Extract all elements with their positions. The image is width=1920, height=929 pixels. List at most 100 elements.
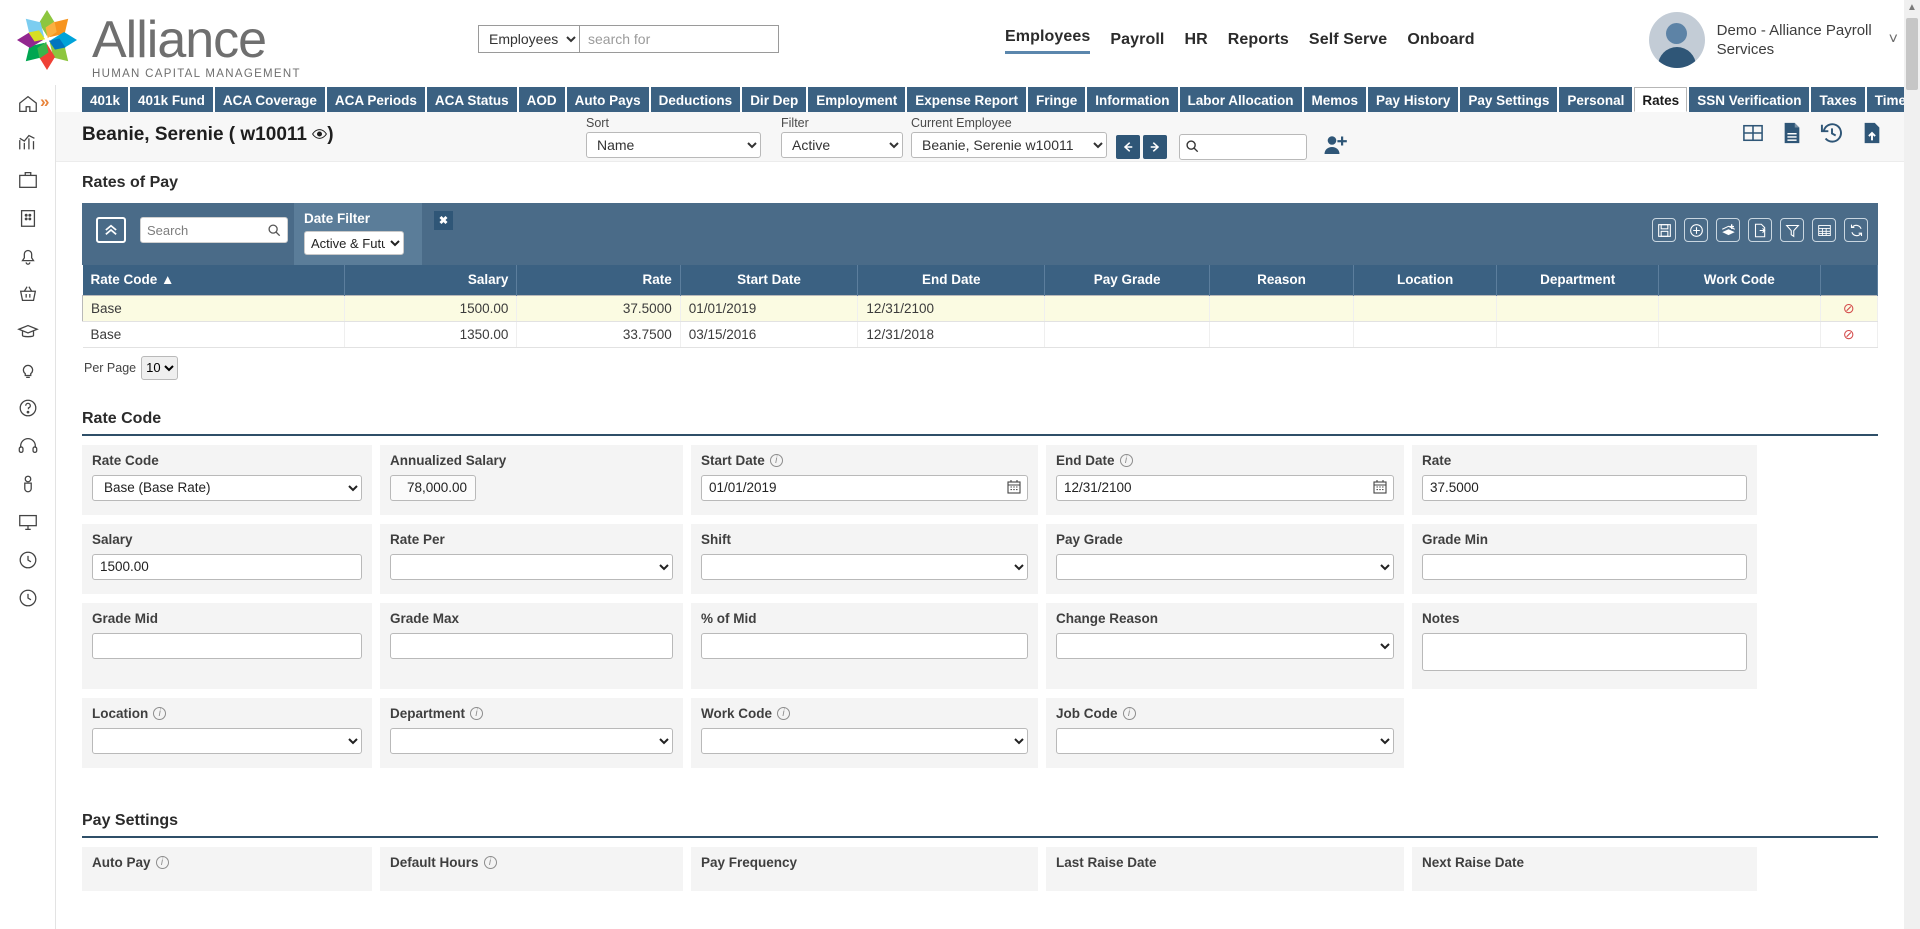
rail-item-learning[interactable] bbox=[0, 313, 56, 351]
rail-item-time[interactable] bbox=[0, 541, 56, 579]
global-search-scope-select[interactable]: Employees bbox=[478, 25, 579, 53]
rail-item-analytics[interactable] bbox=[0, 123, 56, 161]
filter-icon[interactable] bbox=[1780, 218, 1804, 242]
filter-select[interactable]: Active bbox=[781, 132, 903, 158]
add-icon[interactable] bbox=[1684, 218, 1708, 242]
info-icon[interactable]: i bbox=[153, 706, 167, 720]
tab-expense-report[interactable]: Expense Report bbox=[907, 87, 1026, 112]
tab-aod[interactable]: AOD bbox=[518, 87, 565, 112]
user-menu[interactable]: Demo - Alliance Payroll Services ˅ bbox=[1648, 12, 1898, 68]
tab-aca-periods[interactable]: ACA Periods bbox=[326, 87, 425, 112]
rate-per-select[interactable] bbox=[390, 553, 673, 580]
tab-401k[interactable]: 401k bbox=[82, 87, 129, 112]
nav-item-employees[interactable]: Employees bbox=[1005, 28, 1091, 54]
tab-ssn-verification[interactable]: SSN Verification bbox=[1689, 87, 1810, 112]
sort-select[interactable]: Name bbox=[586, 132, 761, 158]
column-header-rate[interactable]: Rate bbox=[516, 265, 681, 295]
pay-grade-select[interactable] bbox=[1056, 553, 1394, 580]
column-header-work-code[interactable]: Work Code bbox=[1658, 265, 1821, 295]
calendar-icon[interactable] bbox=[1373, 479, 1387, 498]
current-employee-select[interactable]: Beanie, Serenie w10011 bbox=[911, 132, 1107, 158]
next-employee-button[interactable] bbox=[1143, 135, 1167, 159]
info-icon[interactable]: i bbox=[1119, 453, 1133, 467]
eye-icon[interactable] bbox=[312, 124, 328, 146]
date-filter-select[interactable]: Active & Future bbox=[304, 231, 404, 255]
tab-pay-settings[interactable]: Pay Settings bbox=[1460, 87, 1558, 112]
rail-item-ideas[interactable] bbox=[0, 351, 56, 389]
tab-pay-history[interactable]: Pay History bbox=[1368, 87, 1459, 112]
per-page-select[interactable]: 10 bbox=[141, 355, 179, 380]
column-header-location[interactable]: Location bbox=[1353, 265, 1498, 295]
chevron-down-icon[interactable]: ˅ bbox=[1889, 31, 1898, 49]
grid-view-icon[interactable] bbox=[1812, 218, 1836, 242]
document-icon[interactable] bbox=[1782, 122, 1802, 148]
scrollbar-thumb[interactable] bbox=[1906, 18, 1918, 90]
tab-information[interactable]: Information bbox=[1087, 87, 1178, 112]
brand-logo[interactable]: Alliance HUMAN CAPITAL MANAGEMENT bbox=[8, 4, 301, 80]
table-row[interactable]: Base 1350.00 33.7500 03/15/2016 12/31/20… bbox=[82, 321, 1878, 348]
column-header-reason[interactable]: Reason bbox=[1209, 265, 1354, 295]
add-employee-button[interactable] bbox=[1323, 134, 1349, 160]
rail-item-profile[interactable] bbox=[0, 465, 56, 503]
rail-item-help[interactable] bbox=[0, 389, 56, 427]
grid-icon[interactable] bbox=[1742, 123, 1764, 147]
rate-code-select[interactable]: Base (Base Rate) bbox=[92, 474, 362, 501]
info-icon[interactable]: i bbox=[777, 706, 791, 720]
nav-item-self-serve[interactable]: Self Serve bbox=[1309, 31, 1387, 54]
nav-item-onboard[interactable]: Onboard bbox=[1407, 31, 1474, 54]
tab-employment[interactable]: Employment bbox=[808, 87, 906, 112]
tab-aca-status[interactable]: ACA Status bbox=[426, 87, 517, 112]
delete-row-button[interactable]: ⊘ bbox=[1820, 321, 1878, 348]
delete-row-button[interactable]: ⊘ bbox=[1820, 295, 1878, 322]
rail-expand-icon[interactable]: » bbox=[40, 92, 49, 112]
rail-item-briefcase[interactable] bbox=[0, 161, 56, 199]
column-header-end-date[interactable]: End Date bbox=[857, 265, 1046, 295]
save-icon[interactable] bbox=[1652, 218, 1676, 242]
scroll-up-icon[interactable]: ▲ bbox=[1907, 2, 1917, 13]
calendar-icon[interactable] bbox=[1007, 479, 1021, 498]
rail-item-support[interactable] bbox=[0, 427, 56, 465]
end-date-input[interactable] bbox=[1056, 474, 1394, 501]
notes-textarea[interactable] bbox=[1422, 632, 1747, 671]
export-icon[interactable] bbox=[1748, 218, 1772, 242]
work-code-select[interactable] bbox=[701, 727, 1028, 754]
rail-item-time-history[interactable] bbox=[0, 579, 56, 617]
percent-of-mid-input[interactable] bbox=[701, 632, 1028, 659]
info-icon[interactable]: i bbox=[155, 855, 169, 869]
upload-document-icon[interactable] bbox=[1862, 122, 1882, 148]
global-search-input[interactable] bbox=[579, 25, 779, 53]
nav-item-reports[interactable]: Reports bbox=[1228, 31, 1289, 54]
grade-max-input[interactable] bbox=[390, 632, 673, 659]
rail-item-notifications[interactable] bbox=[0, 237, 56, 275]
bulk-add-icon[interactable] bbox=[1716, 218, 1740, 242]
tab-aca-coverage[interactable]: ACA Coverage bbox=[214, 87, 325, 112]
tab-rates[interactable]: Rates bbox=[1634, 87, 1688, 112]
nav-item-payroll[interactable]: Payroll bbox=[1110, 31, 1164, 54]
column-header-department[interactable]: Department bbox=[1496, 265, 1659, 295]
previous-employee-button[interactable] bbox=[1116, 135, 1140, 159]
rates-search-input[interactable] bbox=[141, 218, 261, 242]
info-icon[interactable]: i bbox=[470, 706, 484, 720]
rate-input[interactable] bbox=[1422, 474, 1747, 501]
tab-taxes[interactable]: Taxes bbox=[1811, 87, 1865, 112]
tab-memos[interactable]: Memos bbox=[1303, 87, 1367, 112]
change-reason-select[interactable] bbox=[1056, 632, 1394, 659]
shift-select[interactable] bbox=[701, 553, 1028, 580]
location-select[interactable] bbox=[92, 727, 362, 754]
info-icon[interactable]: i bbox=[769, 453, 783, 467]
grade-mid-input[interactable] bbox=[92, 632, 362, 659]
salary-input[interactable] bbox=[92, 553, 362, 580]
job-code-select[interactable] bbox=[1056, 727, 1394, 754]
search-icon[interactable] bbox=[267, 223, 281, 241]
column-header-pay-grade[interactable]: Pay Grade bbox=[1044, 265, 1211, 295]
rail-item-company[interactable] bbox=[0, 199, 56, 237]
history-icon[interactable] bbox=[1820, 122, 1844, 148]
tab-labor-allocation[interactable]: Labor Allocation bbox=[1179, 87, 1302, 112]
info-icon[interactable]: i bbox=[483, 855, 497, 869]
rail-item-marketplace[interactable] bbox=[0, 275, 56, 313]
tab-deductions[interactable]: Deductions bbox=[650, 87, 741, 112]
column-header-rate-code[interactable]: Rate Code ▲ bbox=[82, 265, 346, 295]
tab-fringe[interactable]: Fringe bbox=[1028, 87, 1086, 112]
info-icon[interactable]: i bbox=[1122, 706, 1136, 720]
tab-personal[interactable]: Personal bbox=[1559, 87, 1633, 112]
